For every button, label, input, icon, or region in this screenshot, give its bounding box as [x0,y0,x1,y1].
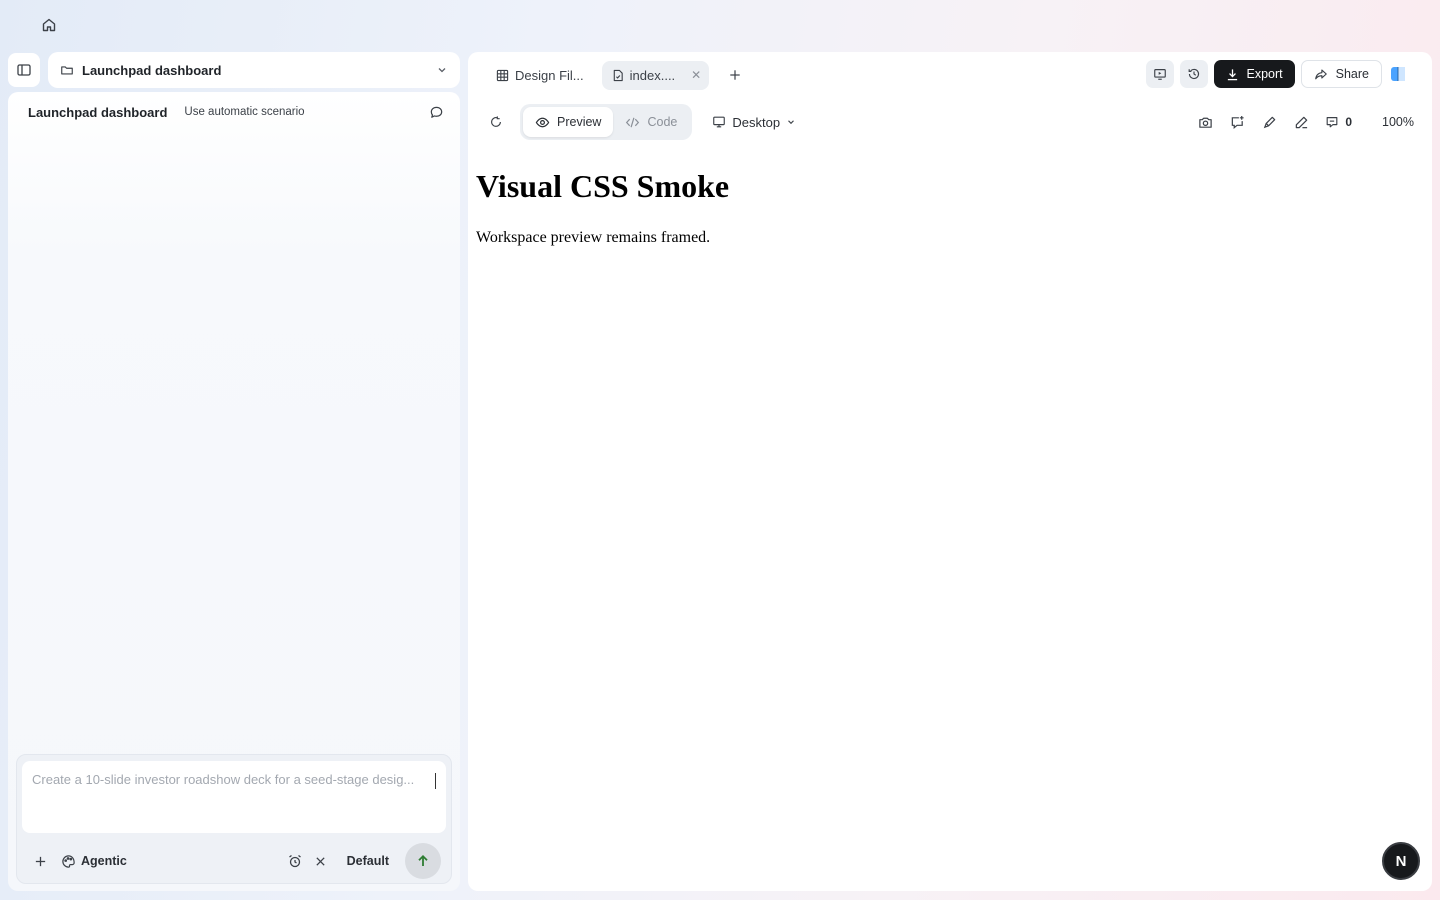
camera-icon [1199,117,1212,128]
mode-label: Agentic [81,854,127,868]
pencil-icon [1295,116,1308,128]
tab-label: Design Fil... [515,67,584,83]
export-button[interactable]: Export [1213,60,1295,88]
palette-icon [62,854,75,868]
arrow-up-icon [418,855,428,866]
close-icon [316,856,325,866]
refresh-icon [491,116,501,127]
alarm-icon [288,854,301,868]
present-icon [1153,69,1166,80]
file-tabs: Design Fil... index.... ✕ [486,60,747,90]
prompt-input-box [22,761,446,833]
top-actions: Export Share [1145,60,1407,88]
model-selector[interactable]: Default [347,854,389,868]
prompt-input[interactable] [32,772,436,822]
scenario-selector[interactable]: Use automatic scenario [184,106,304,118]
share-button[interactable]: Share [1300,60,1382,88]
export-label: Export [1246,67,1283,81]
preview-label: Preview [557,115,602,129]
monitor-icon [713,116,726,128]
add-comment-button[interactable] [1225,110,1249,134]
text-caret [435,773,436,789]
project-name: Launchpad dashboard [82,62,222,78]
folder-icon [61,66,73,75]
comment-plus-icon [1231,115,1244,129]
preview-canvas: Visual CSS Smoke Workspace preview remai… [476,168,1416,868]
device-label: Desktop [732,114,781,130]
grid-icon [496,69,509,81]
history-icon [1188,68,1199,80]
plus-icon [35,856,45,866]
tab-label: index.... [629,67,676,83]
chevron-down-icon [788,120,794,125]
figure-button[interactable] [283,849,307,873]
tab-design-files[interactable]: Design Fil... [486,61,594,90]
user-avatar[interactable]: N [1382,842,1420,880]
send-button[interactable] [405,843,441,879]
comment-box-icon [1326,117,1338,128]
tab-index[interactable]: index.... ✕ [601,60,710,90]
workspace-panel: Design Fil... index.... ✕ Export Share P… [468,52,1432,891]
chat-title: Launchpad dashboard [28,104,168,120]
chat-header: Launchpad dashboard Use automatic scenar… [28,103,448,121]
clear-button[interactable] [309,849,333,873]
share-label: Share [1335,67,1369,81]
sidebar-icon [17,64,31,76]
composer: Agentic Default [16,754,452,884]
mode-selector[interactable]: Agentic [61,854,127,869]
refresh-button[interactable] [484,110,508,134]
chat-bubble-button[interactable] [429,105,444,120]
finder-logo-icon [1391,67,1405,81]
sidebar-toggle-button[interactable] [8,53,40,87]
preview-heading: Visual CSS Smoke [476,168,730,204]
comments-count-button[interactable]: 0 [1325,115,1352,129]
preview-mode-button[interactable]: Preview [523,107,614,137]
code-icon [626,117,640,127]
history-button[interactable] [1179,60,1208,88]
download-icon [1227,68,1237,80]
screenshot-button[interactable] [1193,110,1217,134]
present-button[interactable] [1145,60,1174,88]
edit-button[interactable] [1289,110,1313,134]
view-toolbar: Preview Code Desktop 0 100% [484,104,1414,140]
plus-icon [730,70,740,80]
draw-button[interactable] [1257,110,1281,134]
zoom-level[interactable]: 100% [1382,115,1414,129]
chat-bubble-icon [430,106,443,118]
view-mode-toggle: Preview Code [520,104,693,140]
home-button[interactable] [36,12,62,38]
home-icon [42,18,56,32]
chat-panel: Launchpad dashboard Use automatic scenar… [8,92,460,891]
code-mode-button[interactable]: Code [613,107,689,137]
device-selector[interactable]: Desktop [712,115,796,130]
project-select[interactable]: Launchpad dashboard [48,52,460,88]
add-tab-button[interactable] [723,63,747,87]
code-label: Code [647,115,678,129]
preview-body: Workspace preview remains framed. [476,229,711,246]
share-icon [1314,69,1327,80]
comments-count: 0 [1345,115,1353,129]
brush-icon [1263,116,1276,128]
composer-toolbar: Agentic Default [17,843,451,879]
chevron-down-icon [438,68,446,73]
tab-close-icon[interactable]: ✕ [691,68,701,82]
file-icon [613,69,623,81]
eye-icon [535,117,550,127]
add-attachment-button[interactable] [27,848,53,874]
